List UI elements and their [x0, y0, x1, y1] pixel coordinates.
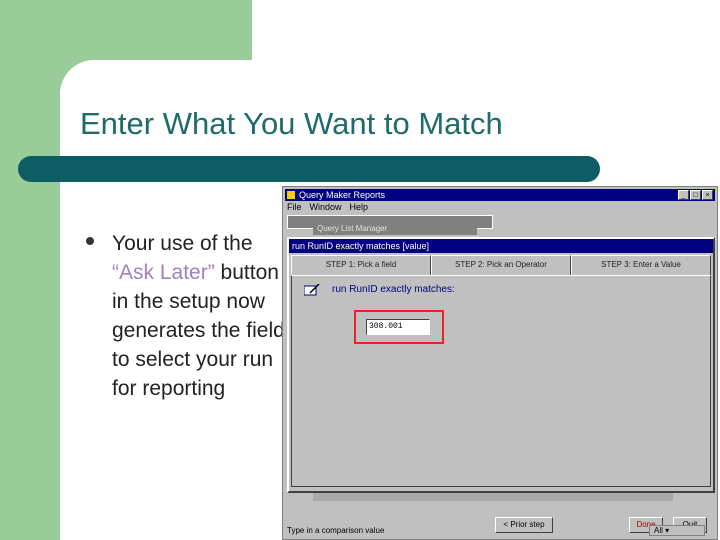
tab-content: run RunID exactly matches: 308.001: [291, 275, 711, 487]
status-dropdown-label: All: [654, 526, 663, 535]
status-dropdown[interactable]: All ▾: [649, 525, 705, 536]
tab-step3[interactable]: STEP 3: Enter a Value: [571, 255, 711, 275]
bullet-text: Your use of the “Ask Later” button in th…: [112, 229, 287, 403]
app-icon: [287, 191, 295, 199]
app-title: Query Maker Reports: [299, 190, 386, 200]
menu-window[interactable]: Window: [310, 202, 342, 212]
value-input[interactable]: 308.001: [366, 319, 430, 335]
pencil-icon: [304, 284, 320, 296]
app-title-bar[interactable]: Query Maker Reports _ □ ×: [285, 189, 715, 201]
highlight-red-box: 308.001: [354, 310, 444, 344]
step-tabs: STEP 1: Pick a field STEP 2: Pick an Ope…: [291, 255, 711, 275]
tab-step1[interactable]: STEP 1: Pick a field: [291, 255, 431, 275]
window-controls: _ □ ×: [678, 190, 713, 200]
tab-step2[interactable]: STEP 2: Pick an Operator: [431, 255, 571, 275]
menu-bar: File Window Help: [287, 202, 368, 212]
menu-help[interactable]: Help: [350, 202, 369, 212]
bullet-dot: [86, 237, 94, 245]
menu-file[interactable]: File: [287, 202, 302, 212]
bullet-text-part1: Your use of the: [112, 232, 253, 255]
step-label: run RunID exactly matches:: [332, 284, 455, 295]
slide-title: Enter What You Want to Match: [80, 106, 503, 141]
status-text: Type in a comparison value: [287, 526, 385, 535]
query-list-manager-title[interactable]: Query List Manager: [313, 223, 477, 235]
decor-green-left: [0, 0, 60, 540]
chevron-down-icon: ▾: [665, 526, 670, 535]
background-strip: [313, 493, 673, 501]
query-dialog: run RunID exactly matches [value] STEP 1…: [287, 237, 715, 533]
bullet-text-highlight: “Ask Later”: [112, 261, 215, 284]
title-underline-bar: [18, 156, 600, 182]
app-window: Query Maker Reports _ □ × File Window He…: [282, 186, 718, 540]
close-button[interactable]: ×: [702, 190, 713, 200]
query-dialog-title[interactable]: run RunID exactly matches [value]: [289, 239, 713, 253]
minimize-button[interactable]: _: [678, 190, 689, 200]
status-bar: Type in a comparison value All ▾: [285, 525, 715, 537]
maximize-button[interactable]: □: [690, 190, 701, 200]
